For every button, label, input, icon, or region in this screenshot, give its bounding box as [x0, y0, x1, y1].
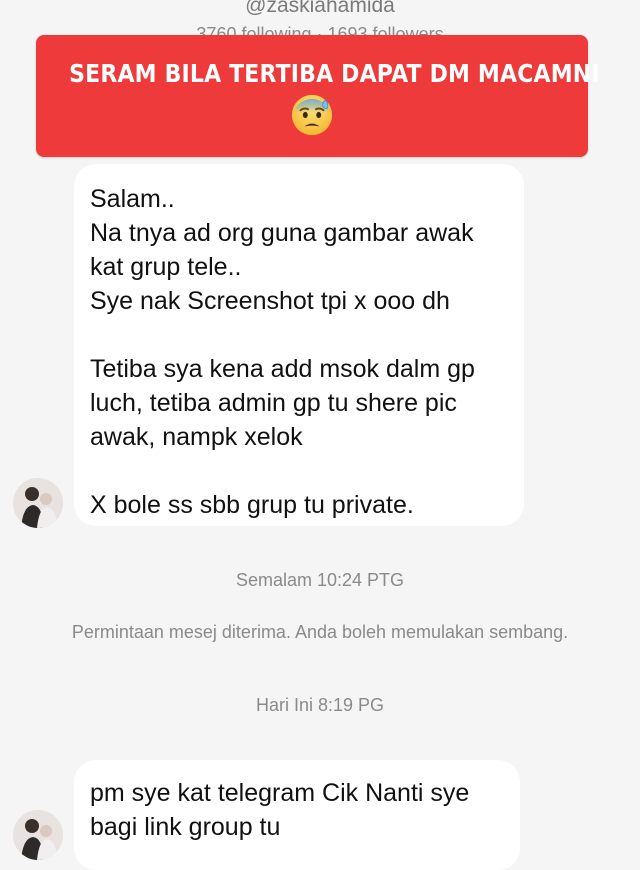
- request-accepted-notice: Permintaan mesej diterima. Anda boleh me…: [71, 622, 569, 642]
- avatar-photo-icon: [13, 478, 63, 528]
- anxious-sweat-face-emoji-icon: [291, 94, 333, 136]
- timestamp: Semalam 10:24 PTG: [235, 570, 405, 590]
- message-bubble[interactable]: Salam.. Na tnya ad org guna gambar awak …: [74, 164, 524, 526]
- message-bubble[interactable]: pm sye kat telegram Cik Nanti sye bagi l…: [74, 760, 520, 870]
- timestamp: Hari Ini 8:19 PG: [255, 695, 385, 715]
- sender-avatar[interactable]: [13, 478, 63, 528]
- overlay-banner: SERAM BILA TERTIBA DAPAT DM MACAMNI: [36, 35, 600, 157]
- profile-handle: @zaskiahamida: [245, 0, 395, 17]
- banner-title: SERAM BILA TERTIBA DAPAT DM MACAMNI: [69, 59, 600, 88]
